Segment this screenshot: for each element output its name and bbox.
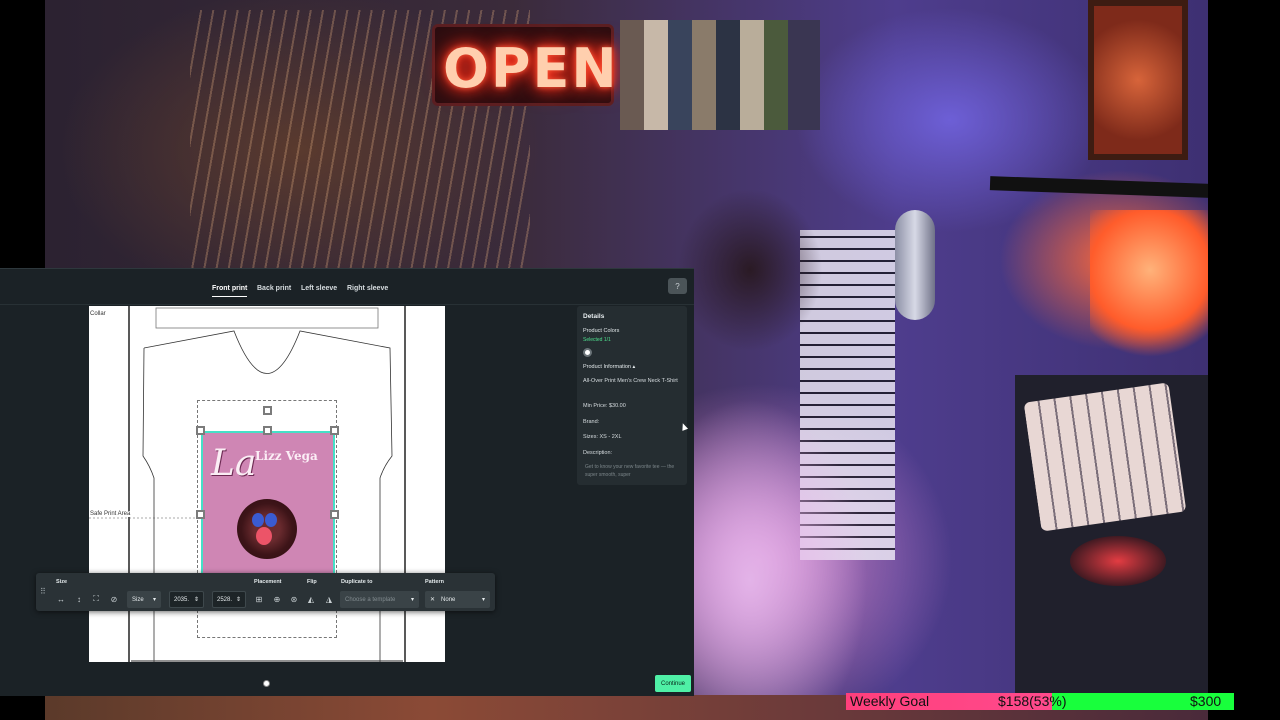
fit-to-area-icon[interactable]: ⛶	[89, 592, 103, 606]
sizes: Sizes: XS - 2XL	[583, 434, 622, 440]
product-name: All-Over Print Men's Crew Neck T-Shirt	[583, 378, 678, 384]
artwork-toolbar: ⠿ Size ↔ ↕ ⛶ ⊘ Size ▾ 2035. ⇕ 2528. ⇕ Pl…	[36, 573, 495, 611]
center-both-icon[interactable]: ⊛	[287, 592, 301, 606]
collar-label: Collar	[90, 311, 106, 317]
tab-right-sleeve[interactable]: Right sleeve	[347, 285, 388, 292]
resize-handle-left[interactable]	[196, 510, 205, 519]
height-input[interactable]: 2528. ⇕	[212, 591, 246, 608]
donut-illustration	[237, 499, 297, 559]
wall-art	[1088, 0, 1188, 160]
open-neon-sign: OPEN	[432, 24, 617, 106]
pattern-value: None	[441, 596, 456, 603]
flip-horizontal-icon[interactable]: ◮	[322, 592, 336, 606]
details-panel: Details Product Colors Selected 1/1 Prod…	[577, 306, 687, 485]
artwork-layer[interactable]: La Lizz Vega	[201, 431, 335, 581]
caret-up-icon: ▴	[632, 364, 636, 370]
chevron-down-icon: ▾	[410, 597, 414, 603]
print-tabs: Front print Back print Left sleeve Right…	[0, 269, 694, 305]
chevron-down-icon: ▾	[152, 597, 156, 603]
lock-ratio-icon[interactable]: ⊘	[107, 592, 121, 606]
artwork-script-text: La	[211, 443, 257, 484]
flip-section-label: Flip	[307, 579, 317, 585]
resize-handle-top[interactable]	[263, 426, 272, 435]
weekly-goal-label: Weekly Goal	[850, 693, 930, 709]
align-middle-icon[interactable]: ⊕	[270, 592, 284, 606]
mouse	[1070, 536, 1166, 586]
artwork-name-text: Lizz Vega	[255, 449, 318, 463]
chevron-down-icon: ▾	[481, 597, 485, 603]
tab-back-print[interactable]: Back print	[257, 285, 291, 292]
size-unit-select[interactable]: Size ▾	[127, 591, 161, 608]
help-button[interactable]: ?	[668, 278, 687, 294]
tab-front-print[interactable]: Front print	[212, 285, 248, 297]
resize-handle-top-right[interactable]	[330, 426, 339, 435]
mechanical-keyboard	[1023, 382, 1187, 532]
flip-vertical-icon[interactable]: ◭	[304, 592, 318, 606]
duplicate-section-label: Duplicate to	[341, 579, 373, 585]
mic-arm	[989, 176, 1211, 198]
details-title: Details	[583, 313, 605, 320]
neon-sign-text: OPEN	[443, 37, 619, 100]
microphone	[895, 210, 935, 320]
page-indicator-dot[interactable]	[263, 680, 270, 687]
stretch-horizontal-icon[interactable]: ↔	[54, 592, 68, 606]
size-section-label: Size	[56, 579, 68, 585]
tab-left-sleeve[interactable]: Left sleeve	[301, 285, 337, 292]
weekly-goal-target: $300	[1190, 693, 1222, 709]
description-text: Get to know your new favorite tee — the …	[585, 464, 675, 478]
pattern-section-label: Pattern	[425, 579, 444, 585]
rotate-handle[interactable]	[263, 406, 272, 415]
min-price: Min Price: $30.00	[583, 403, 626, 409]
product-information-toggle[interactable]: Product Information ▴	[583, 364, 635, 370]
color-swatch-white[interactable]	[583, 348, 592, 357]
duplicate-template-select[interactable]: Choose a template ▾	[340, 591, 419, 608]
question-circle-icon: ?	[675, 281, 680, 291]
product-information-label: Product Information	[583, 364, 631, 370]
pattern-select[interactable]: ✕ None ▾	[425, 591, 490, 608]
description-label: Description:	[583, 450, 613, 456]
weekly-goal-bar: Weekly Goal $158(53%) $300	[846, 693, 1234, 710]
resize-handle-top-left[interactable]	[196, 426, 205, 435]
stretch-vertical-icon[interactable]: ↕	[72, 592, 86, 606]
placement-section-label: Placement	[254, 579, 282, 585]
product-editor-window: Front print Back print Left sleeve Right…	[0, 268, 694, 696]
stepper-icon: ⇕	[235, 597, 241, 603]
height-value: 2528.	[217, 596, 233, 603]
duplicate-template-placeholder: Choose a template	[345, 596, 396, 603]
brand: Brand:	[583, 419, 600, 425]
bookshelf	[620, 20, 820, 130]
lamp	[1090, 210, 1210, 360]
resize-handle-right[interactable]	[330, 510, 339, 519]
safe-print-area-label: Safe Print Area	[90, 511, 131, 517]
selected-count: Selected 1/1	[583, 337, 611, 343]
product-colors-label: Product Colors	[583, 328, 620, 334]
drag-handle-icon[interactable]: ⠿	[40, 587, 46, 596]
align-center-icon[interactable]: ⊞	[252, 592, 266, 606]
width-value: 2035.	[174, 596, 190, 603]
weekly-goal-progress: $158(53%)	[998, 693, 1067, 709]
width-input[interactable]: 2035. ⇕	[169, 591, 204, 608]
letterbox-right	[1208, 0, 1280, 720]
size-unit-value: Size	[132, 596, 144, 603]
stepper-icon: ⇕	[193, 597, 199, 603]
continue-button[interactable]: Continue	[655, 675, 691, 692]
